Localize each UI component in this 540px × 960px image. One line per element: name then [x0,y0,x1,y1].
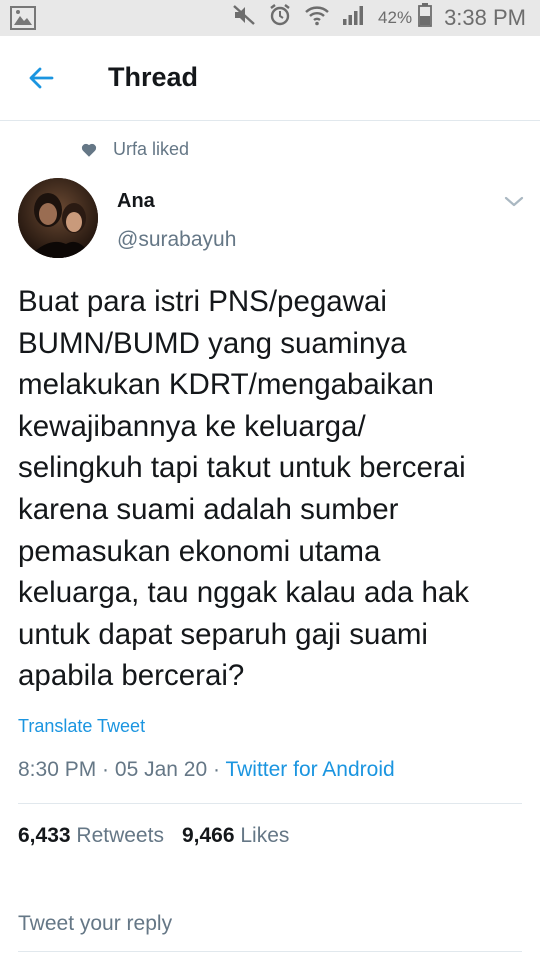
app-header: Thread [0,36,540,121]
tweet-date: 05 Jan 20 [114,758,208,781]
retweets-count: 6,433 [18,824,71,847]
battery-percentage: 42% [378,8,413,27]
tweet-text: Buat para istri PNS/pegawai BUMN/BUMD ya… [18,281,524,697]
likes-stat[interactable]: 9,466 Likes [182,824,289,847]
tweet-line: keluarga, tau nggak kalau ada hak [18,576,470,610]
tweet-time: 8:30 PM [18,758,97,781]
back-button[interactable] [26,62,58,94]
divider [18,803,522,804]
tweet-line: kewajibannya ke keluarga/ [18,409,366,443]
avatar[interactable] [18,178,98,258]
wifi-icon [304,4,330,32]
chevron-down-icon [504,196,524,207]
tweet-line: Buat para istri PNS/pegawai [18,285,387,318]
translate-tweet-link[interactable]: Translate Tweet [18,716,145,737]
meta-separator: · [207,758,226,781]
divider [18,951,522,952]
battery-icon [418,3,432,33]
arrow-left-icon [29,67,54,89]
status-time: 3:38 PM [444,5,526,30]
mute-icon [232,4,256,32]
signal-icon [342,4,366,32]
tweet-line: untuk dapat separuh gaji suami [18,617,428,651]
tweet-metadata: 8:30 PM · 05 Jan 20 · Twitter for Androi… [18,758,395,782]
likes-label: Likes [240,824,290,847]
tweet-line: melakukan KDRT/mengabaikan [18,368,434,402]
author-handle[interactable]: @surabayuh [117,228,236,252]
status-bar: 42% 3:38 PM [0,0,540,36]
social-context: Urfa liked [80,139,189,160]
gallery-icon [10,6,36,35]
tweet-line: BUMN/BUMD yang suaminya [18,326,407,360]
retweets-stat[interactable]: 6,433 Retweets [18,824,164,847]
alarm-icon [268,3,292,33]
tweet-line: apabila bercerai? [18,659,245,693]
tweet-line: karena suami adalah sumber [18,492,399,526]
meta-separator: · [96,758,115,781]
page-title: Thread [108,62,199,92]
retweets-label: Retweets [76,824,164,847]
heart-icon [80,141,98,159]
liked-by-text: Urfa liked [113,139,190,159]
tweet-menu-button[interactable] [502,192,526,212]
tweet-line: selingkuh tapi takut untuk bercerai [18,451,466,485]
author-name[interactable]: Ana [117,190,155,213]
reply-input[interactable]: Tweet your reply [18,912,172,936]
tweet-stats: 6,433 Retweets 9,466 Likes [18,824,289,848]
tweet-line: pemasukan ekonomi utama [18,534,381,568]
tweet-source-link[interactable]: Twitter for Android [225,758,394,781]
likes-count: 9,466 [181,824,235,847]
